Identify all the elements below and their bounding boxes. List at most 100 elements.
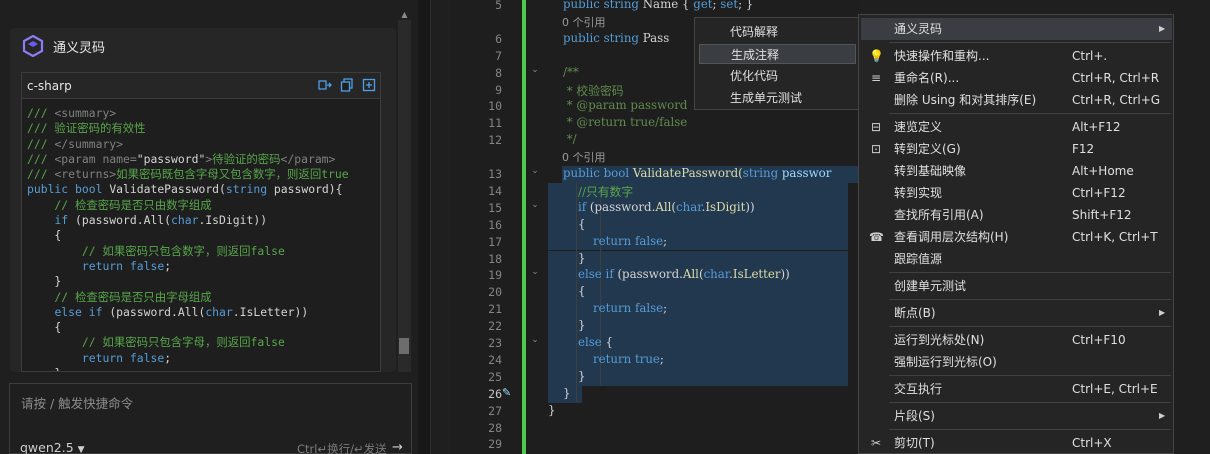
context-menu-item[interactable]: 跟踪值源	[861, 248, 1172, 270]
context-menu-item[interactable]: ⊡ 转到定义(G) F12	[861, 138, 1172, 160]
code-line: // 如果密码只包含数字，则返回false	[27, 244, 349, 259]
code-token: .IsDigit))	[198, 213, 268, 228]
fold-toggle-icon[interactable]: ⌄	[530, 267, 540, 277]
selection-highlight	[548, 250, 848, 268]
code-line: {	[27, 228, 349, 243]
code-token: // 检查密码是否只由数字组成	[27, 197, 212, 212]
code-token: {	[605, 335, 614, 349]
code-token: string	[742, 166, 782, 180]
line-number: 20	[488, 285, 502, 300]
panel-splitter[interactable]	[418, 0, 430, 454]
line-number: 25	[488, 369, 502, 384]
menu-separator	[889, 42, 1171, 43]
context-menu-item[interactable]: 查找所有引用(A) Shift+F12	[861, 204, 1172, 226]
tongyi-logo-icon	[22, 35, 44, 57]
menu-item-shortcut: Alt+F12	[1072, 120, 1121, 134]
insert-code-icon[interactable]	[318, 78, 332, 92]
code-line: // 如果密码只包含字母，则返回false	[27, 335, 349, 350]
menu-item-label: 创建单元测试	[894, 279, 967, 293]
code-token: get	[693, 0, 713, 11]
code-block-content: /// <summary>/// 验证密码的有效性/// </summary> /…	[27, 106, 349, 371]
lightbulb-icon: 💡	[869, 49, 884, 63]
code-token: {	[27, 320, 62, 335]
menu-item-label: 片段(S)	[894, 409, 935, 423]
send-arrow-icon[interactable]: →	[392, 440, 403, 454]
context-menu-item[interactable]: 转到实现 Ctrl+F12	[861, 182, 1172, 204]
code-token: // 检查密码是否只由字母组成	[27, 289, 212, 304]
code-token: {	[548, 284, 586, 299]
context-menu-item[interactable]: 运行到光标处(N) Ctrl+F10	[861, 329, 1172, 351]
line-number: 17	[488, 234, 502, 249]
line-number: 28	[488, 420, 502, 435]
submenu-item[interactable]: 生成单元测试	[699, 88, 856, 108]
quick-action-wrench-icon[interactable]: ✎	[502, 386, 511, 399]
code-line: /// 验证密码的有效性	[27, 121, 349, 136]
editor-code-line: */	[548, 132, 577, 146]
context-menu-item[interactable]: 💡 快速操作和重构... Ctrl+.	[861, 45, 1172, 67]
context-menu-item[interactable]: 交互执行 Ctrl+E, Ctrl+E	[861, 378, 1172, 400]
chat-scroll-thumb[interactable]	[399, 338, 409, 354]
context-menu-item[interactable]: ⊟ 速览定义 Alt+F12	[861, 116, 1172, 138]
code-token: (password.All(	[109, 304, 206, 319]
code-token: IsDigit	[705, 199, 746, 214]
menu-separator	[889, 402, 1171, 403]
code-line: }	[27, 366, 349, 371]
editor-code-line: if (password.All(char.IsDigit))	[548, 200, 755, 214]
fold-toggle-icon[interactable]: ⌄	[530, 65, 540, 75]
menu-item-shortcut: F12	[1072, 142, 1095, 156]
fold-toggle-icon[interactable]: ⌄	[530, 335, 540, 345]
context-menu-item[interactable]: 断点(B) ▶	[861, 302, 1172, 324]
menu-item-label: 查看调用层次结构(H)	[894, 230, 1009, 244]
fold-toggle-icon[interactable]: ⌄	[530, 166, 540, 176]
context-menu-item[interactable]: ☎ 查看调用层次结构(H) Ctrl+K, Ctrl+T	[861, 226, 1172, 248]
chat-scrollbar[interactable]	[398, 20, 411, 372]
context-menu-item[interactable]: 强制运行到光标(O)	[861, 351, 1172, 373]
scroll-up-icon[interactable]: ▲	[398, 10, 411, 20]
menu-item-label: 断点(B)	[894, 306, 936, 320]
context-menu-item[interactable]: 转到基础映像 Alt+Home	[861, 160, 1172, 182]
reference-count[interactable]: 0 个引用	[548, 16, 606, 29]
line-number: 13	[488, 167, 502, 181]
code-token: public	[548, 30, 604, 45]
code-token: <summary>	[54, 106, 117, 120]
copy-icon[interactable]	[340, 78, 354, 92]
code-token: 如果密码既包含字母又包含数字，则返回true	[116, 167, 349, 182]
code-token: return	[593, 301, 635, 316]
line-number: 8	[495, 65, 502, 80]
editor-code-line: 0 个引用	[548, 14, 606, 30]
tongyi-submenu: 代码解释 生成注释 优化代码 生成单元测试	[694, 17, 860, 110]
editor-code-line: * 校验密码	[548, 82, 624, 99]
context-menu-item[interactable]: 删除 Using 和对其排序(E) Ctrl+R, Ctrl+G	[861, 89, 1172, 111]
model-select[interactable]: qwen2.5 ▼	[20, 440, 85, 454]
submenu-item[interactable]: 生成注释	[699, 44, 856, 64]
context-menu-item[interactable]: 片段(S) ▶	[861, 405, 1172, 427]
submenu-item[interactable]: 优化代码	[699, 66, 856, 86]
code-token: */	[548, 132, 577, 147]
code-token: false	[634, 301, 664, 316]
menu-item-shortcut: Ctrl+F10	[1072, 333, 1126, 347]
command-input[interactable]: 请按 / 触发快捷命令 qwen2.5 ▼ Ctrl↵换行/↵发送 →	[9, 383, 412, 454]
context-menu-item[interactable]: ✂ 剪切(T) Ctrl+X	[861, 432, 1172, 454]
code-language-label: c-sharp	[27, 79, 72, 93]
peek-definition-icon: ⊟	[870, 120, 882, 134]
selection-highlight	[548, 318, 848, 335]
context-menu-item[interactable]: 通义灵码 ▶	[861, 18, 1172, 40]
context-menu-item[interactable]: 创建单元测试	[861, 275, 1172, 297]
new-file-icon[interactable]	[362, 78, 376, 92]
submenu-item[interactable]: 代码解释	[699, 22, 856, 42]
menu-item-label: 交互执行	[894, 382, 943, 396]
line-number: 5	[495, 0, 502, 12]
submenu-arrow-icon: ▶	[1159, 308, 1166, 317]
submenu-arrow-icon: ▶	[1159, 24, 1166, 33]
change-indicator-bar	[522, 0, 526, 454]
fold-toggle-icon[interactable]: ⌄	[530, 200, 540, 210]
reference-count[interactable]: 0 个引用	[548, 151, 606, 164]
editor-code-line: else {	[548, 335, 613, 349]
context-menu-item[interactable]: ≡ 重命名(R)... Ctrl+R, Ctrl+R	[861, 67, 1172, 89]
menu-item-shortcut: Ctrl+F12	[1072, 186, 1126, 200]
code-token: * 校验密码	[548, 83, 624, 98]
